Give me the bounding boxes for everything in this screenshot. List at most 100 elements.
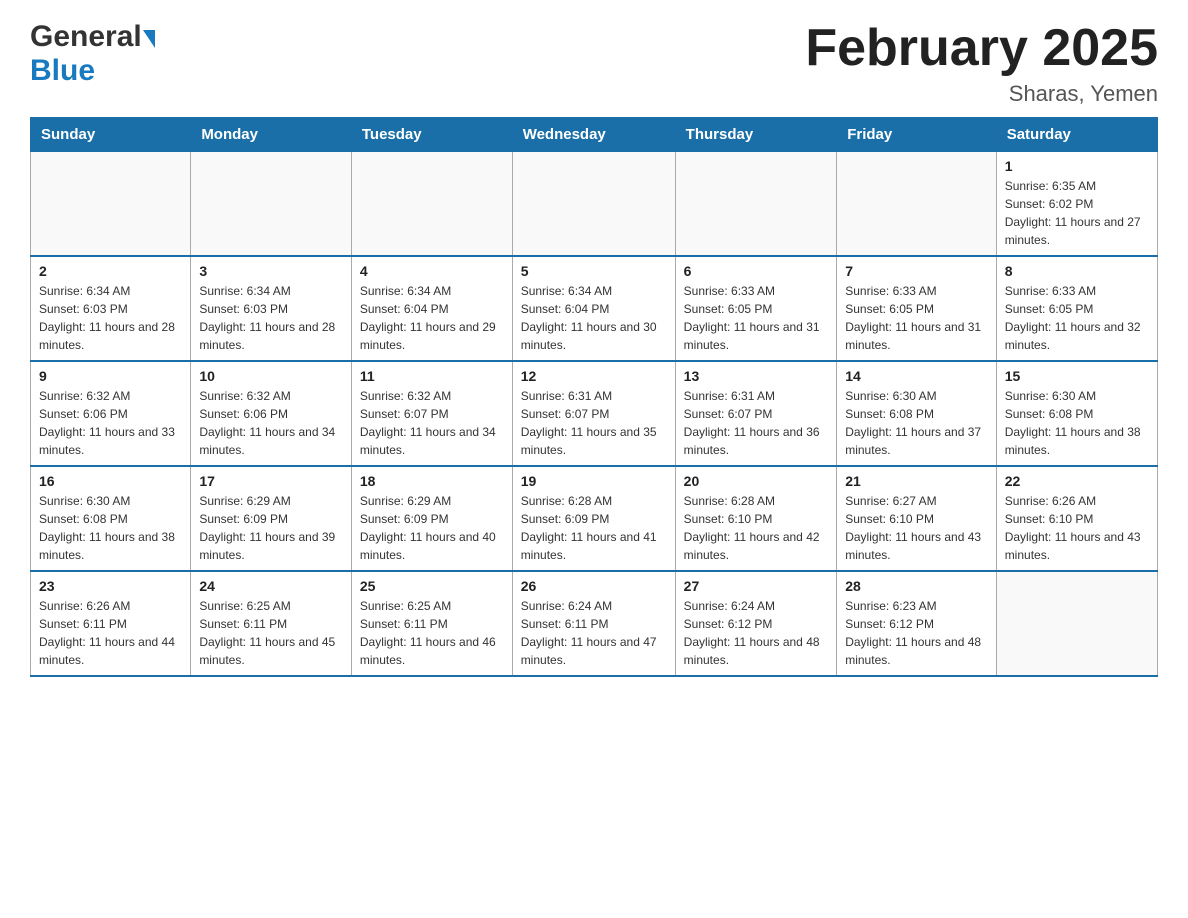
day-info: Sunrise: 6:26 AMSunset: 6:11 PMDaylight:… bbox=[39, 597, 182, 669]
day-number: 14 bbox=[845, 368, 987, 384]
day-info: Sunrise: 6:24 AMSunset: 6:11 PMDaylight:… bbox=[521, 597, 667, 669]
day-info: Sunrise: 6:25 AMSunset: 6:11 PMDaylight:… bbox=[360, 597, 504, 669]
day-number: 25 bbox=[360, 578, 504, 594]
day-number: 4 bbox=[360, 263, 504, 279]
day-number: 9 bbox=[39, 368, 182, 384]
day-number: 15 bbox=[1005, 368, 1149, 384]
day-number: 12 bbox=[521, 368, 667, 384]
day-number: 7 bbox=[845, 263, 987, 279]
day-number: 23 bbox=[39, 578, 182, 594]
calendar-week-row: 1 Sunrise: 6:35 AMSunset: 6:02 PMDaylight… bbox=[31, 152, 1158, 257]
day-info: Sunrise: 6:34 AMSunset: 6:03 PMDaylight:… bbox=[39, 282, 182, 354]
day-info: Sunrise: 6:24 AMSunset: 6:12 PMDaylight:… bbox=[684, 597, 829, 669]
month-title: February 2025 bbox=[805, 20, 1158, 77]
day-info: Sunrise: 6:30 AMSunset: 6:08 PMDaylight:… bbox=[845, 387, 987, 459]
calendar-day-cell: 16Sunrise: 6:30 AMSunset: 6:08 PMDayligh… bbox=[31, 466, 191, 571]
calendar-week-row: 2 Sunrise: 6:34 AMSunset: 6:03 PMDaylight… bbox=[31, 256, 1158, 361]
calendar-day-cell: 14 Sunrise: 6:30 AMSunset: 6:08 PMDayligh… bbox=[837, 361, 996, 466]
calendar-day-cell bbox=[351, 152, 512, 257]
day-number: 18 bbox=[360, 473, 504, 489]
day-info: Sunrise: 6:31 AMSunset: 6:07 PMDaylight:… bbox=[684, 387, 829, 459]
logo: General Blue bbox=[30, 20, 155, 88]
calendar-day-cell: 11 Sunrise: 6:32 AMSunset: 6:07 PMDayligh… bbox=[351, 361, 512, 466]
logo-blue-text: Blue bbox=[30, 54, 95, 88]
calendar-day-cell: 23 Sunrise: 6:26 AMSunset: 6:11 PMDayligh… bbox=[31, 571, 191, 676]
day-info: Sunrise: 6:29 AMSunset: 6:09 PMDaylight:… bbox=[199, 492, 343, 564]
day-number: 21 bbox=[845, 473, 987, 489]
calendar-day-cell bbox=[191, 152, 352, 257]
day-info: Sunrise: 6:33 AMSunset: 6:05 PMDaylight:… bbox=[684, 282, 829, 354]
calendar-day-cell bbox=[675, 152, 837, 257]
calendar-day-cell bbox=[31, 152, 191, 257]
calendar-day-cell: 17 Sunrise: 6:29 AMSunset: 6:09 PMDayligh… bbox=[191, 466, 352, 571]
day-number: 27 bbox=[684, 578, 829, 594]
day-number: 2 bbox=[39, 263, 182, 279]
day-info: Sunrise: 6:33 AMSunset: 6:05 PMDaylight:… bbox=[1005, 282, 1149, 354]
calendar-day-cell: 18 Sunrise: 6:29 AMSunset: 6:09 PMDayligh… bbox=[351, 466, 512, 571]
page-header: General Blue February 2025 Sharas, Yemen bbox=[30, 20, 1158, 107]
day-info: Sunrise: 6:32 AMSunset: 6:07 PMDaylight:… bbox=[360, 387, 504, 459]
day-info: Sunrise: 6:33 AMSunset: 6:05 PMDaylight:… bbox=[845, 282, 987, 354]
calendar-week-row: 16Sunrise: 6:30 AMSunset: 6:08 PMDayligh… bbox=[31, 466, 1158, 571]
day-info: Sunrise: 6:29 AMSunset: 6:09 PMDaylight:… bbox=[360, 492, 504, 564]
calendar-body: 1 Sunrise: 6:35 AMSunset: 6:02 PMDaylight… bbox=[31, 152, 1158, 677]
day-info: Sunrise: 6:35 AMSunset: 6:02 PMDaylight:… bbox=[1005, 177, 1149, 249]
calendar-day-cell: 26 Sunrise: 6:24 AMSunset: 6:11 PMDayligh… bbox=[512, 571, 675, 676]
day-info: Sunrise: 6:30 AMSunset: 6:08 PMDaylight:… bbox=[1005, 387, 1149, 459]
calendar-day-cell bbox=[996, 571, 1157, 676]
day-info: Sunrise: 6:23 AMSunset: 6:12 PMDaylight:… bbox=[845, 597, 987, 669]
location: Sharas, Yemen bbox=[805, 81, 1158, 107]
calendar-day-cell: 13 Sunrise: 6:31 AMSunset: 6:07 PMDayligh… bbox=[675, 361, 837, 466]
day-number: 3 bbox=[199, 263, 343, 279]
day-number: 8 bbox=[1005, 263, 1149, 279]
calendar-header: SundayMondayTuesdayWednesdayThursdayFrid… bbox=[31, 118, 1158, 152]
day-info: Sunrise: 6:27 AMSunset: 6:10 PMDaylight:… bbox=[845, 492, 987, 564]
calendar-day-cell: 24 Sunrise: 6:25 AMSunset: 6:11 PMDayligh… bbox=[191, 571, 352, 676]
day-number: 13 bbox=[684, 368, 829, 384]
calendar-day-cell bbox=[512, 152, 675, 257]
day-of-week-header: Monday bbox=[191, 118, 352, 152]
day-info: Sunrise: 6:28 AMSunset: 6:10 PMDaylight:… bbox=[684, 492, 829, 564]
day-number: 17 bbox=[199, 473, 343, 489]
day-of-week-header: Wednesday bbox=[512, 118, 675, 152]
calendar-week-row: 23 Sunrise: 6:26 AMSunset: 6:11 PMDayligh… bbox=[31, 571, 1158, 676]
calendar-day-cell: 8 Sunrise: 6:33 AMSunset: 6:05 PMDaylight… bbox=[996, 256, 1157, 361]
day-number: 11 bbox=[360, 368, 504, 384]
day-number: 28 bbox=[845, 578, 987, 594]
logo-arrow-icon bbox=[143, 30, 155, 48]
day-info: Sunrise: 6:28 AMSunset: 6:09 PMDaylight:… bbox=[521, 492, 667, 564]
day-info: Sunrise: 6:26 AMSunset: 6:10 PMDaylight:… bbox=[1005, 492, 1149, 564]
day-of-week-header: Friday bbox=[837, 118, 996, 152]
day-number: 10 bbox=[199, 368, 343, 384]
calendar-day-cell: 10 Sunrise: 6:32 AMSunset: 6:06 PMDayligh… bbox=[191, 361, 352, 466]
day-info: Sunrise: 6:31 AMSunset: 6:07 PMDaylight:… bbox=[521, 387, 667, 459]
day-number: 16 bbox=[39, 473, 182, 489]
days-of-week-row: SundayMondayTuesdayWednesdayThursdayFrid… bbox=[31, 118, 1158, 152]
day-info: Sunrise: 6:34 AMSunset: 6:04 PMDaylight:… bbox=[360, 282, 504, 354]
day-number: 1 bbox=[1005, 158, 1149, 174]
calendar-day-cell: 12 Sunrise: 6:31 AMSunset: 6:07 PMDayligh… bbox=[512, 361, 675, 466]
day-number: 24 bbox=[199, 578, 343, 594]
day-number: 20 bbox=[684, 473, 829, 489]
day-of-week-header: Saturday bbox=[996, 118, 1157, 152]
day-info: Sunrise: 6:32 AMSunset: 6:06 PMDaylight:… bbox=[39, 387, 182, 459]
day-of-week-header: Sunday bbox=[31, 118, 191, 152]
calendar-day-cell: 15 Sunrise: 6:30 AMSunset: 6:08 PMDayligh… bbox=[996, 361, 1157, 466]
day-info: Sunrise: 6:32 AMSunset: 6:06 PMDaylight:… bbox=[199, 387, 343, 459]
day-number: 22 bbox=[1005, 473, 1149, 489]
logo-general-text: General bbox=[30, 20, 142, 54]
day-number: 5 bbox=[521, 263, 667, 279]
calendar-day-cell: 21 Sunrise: 6:27 AMSunset: 6:10 PMDayligh… bbox=[837, 466, 996, 571]
day-info: Sunrise: 6:25 AMSunset: 6:11 PMDaylight:… bbox=[199, 597, 343, 669]
day-info: Sunrise: 6:34 AMSunset: 6:04 PMDaylight:… bbox=[521, 282, 667, 354]
calendar-day-cell: 22 Sunrise: 6:26 AMSunset: 6:10 PMDayligh… bbox=[996, 466, 1157, 571]
day-number: 6 bbox=[684, 263, 829, 279]
calendar-day-cell: 4 Sunrise: 6:34 AMSunset: 6:04 PMDaylight… bbox=[351, 256, 512, 361]
calendar-day-cell: 9 Sunrise: 6:32 AMSunset: 6:06 PMDaylight… bbox=[31, 361, 191, 466]
calendar-day-cell: 3Sunrise: 6:34 AMSunset: 6:03 PMDaylight… bbox=[191, 256, 352, 361]
calendar-day-cell: 20 Sunrise: 6:28 AMSunset: 6:10 PMDayligh… bbox=[675, 466, 837, 571]
calendar-day-cell: 1 Sunrise: 6:35 AMSunset: 6:02 PMDaylight… bbox=[996, 152, 1157, 257]
day-of-week-header: Thursday bbox=[675, 118, 837, 152]
day-number: 26 bbox=[521, 578, 667, 594]
calendar-day-cell: 27 Sunrise: 6:24 AMSunset: 6:12 PMDayligh… bbox=[675, 571, 837, 676]
